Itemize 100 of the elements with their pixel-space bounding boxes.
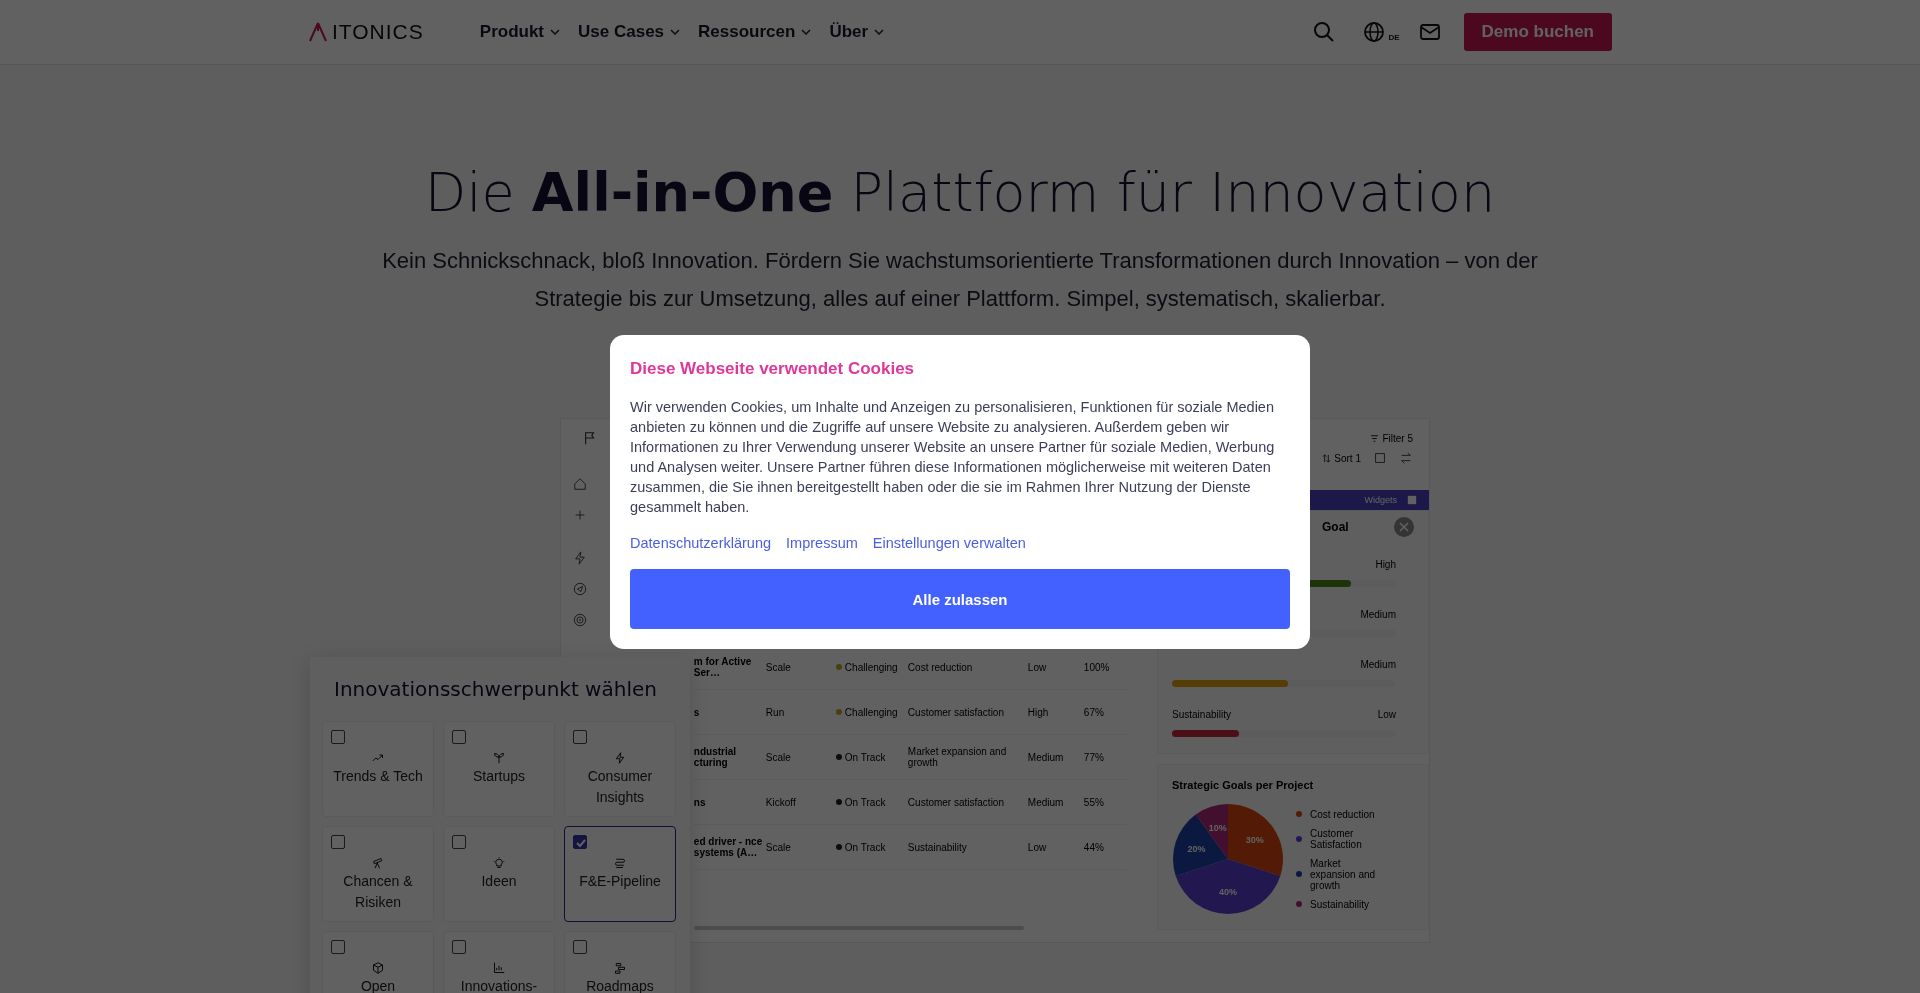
chevron-down-icon[interactable] [874, 29, 885, 35]
globe-icon[interactable] [1362, 20, 1387, 44]
legend-dot [1296, 811, 1303, 817]
nav-menu-item[interactable]: Use Cases [578, 22, 681, 42]
dialog-text: Wir verwenden Cookies, um Inhalte und Anzeigen zu personalisieren, Funktionen für soziale Medien anbieten zu können und die Zugriffe auf unsere Website zu analysieren. Außerdem geben wir Informationen zu Ihrer Verwendung unserer Website an unsere Partner für soziale Medien, Werbung und Analysen weiter. Unsere Partner führen diese Informationen möglicherweise mit weiteren Daten zusammen, die Sie ihnen bereitgestellt haben oder die sie im Rahmen Ihrer Nutzung der Dienste gesammelt haben. [630, 398, 1276, 517]
phase-cell-text: Run [765, 706, 786, 718]
focus-option-tile[interactable]: Startups [443, 721, 555, 817]
progress-cell-text: 44% [1083, 841, 1105, 853]
goal-rating: High [1375, 559, 1396, 570]
widgets-label[interactable]: Widgets [1364, 495, 1397, 505]
legend-label: Customer Satisfaction [1310, 827, 1363, 850]
goal-rating: Medium [1360, 659, 1396, 670]
checkbox[interactable] [452, 730, 466, 744]
priority-cell-text: Low [1027, 841, 1048, 853]
checkbox[interactable] [331, 835, 345, 849]
pipeline-icon [614, 857, 626, 869]
status-cell: On Track [844, 751, 886, 763]
logo-wordmark[interactable]: ITONICS [332, 20, 424, 44]
status-cell: On Track [844, 841, 886, 853]
legend-dot [1296, 871, 1303, 877]
triangle-logo-icon[interactable] [308, 21, 328, 43]
priority-cell-text: Medium [1027, 751, 1065, 763]
chevron-down-icon[interactable] [670, 29, 681, 35]
goal-rating: Medium [1360, 609, 1396, 620]
phase-cell-text: Scale [765, 751, 792, 763]
widget-title: Goal [1322, 520, 1349, 534]
focus-option-tile[interactable]: Chancen & Risiken [322, 826, 434, 922]
checkbox[interactable] [452, 940, 466, 954]
option-label: Innovations- [459, 977, 539, 993]
lightbulb-icon [493, 857, 505, 869]
panel-title: Innovationsschwerpunkt wählen [334, 677, 658, 701]
progress-cell-text: 67% [1083, 706, 1105, 718]
sort-button[interactable]: Sort 1 [1322, 452, 1361, 464]
status-cell: Challenging [844, 706, 898, 718]
demo-button[interactable]: Demo buchen [1463, 13, 1612, 51]
dialog-link[interactable]: Impressum [786, 535, 858, 551]
checkbox[interactable] [573, 730, 587, 744]
chevron-down-icon[interactable] [801, 29, 812, 35]
goal-cell-text: Customer satisfaction [907, 706, 1005, 718]
status-cell: On Track [844, 796, 886, 808]
trend-arrow-icon [372, 752, 384, 764]
goal-cell-text: Customer satisfaction [907, 796, 1005, 808]
flag-icon[interactable] [583, 431, 597, 445]
checkbox[interactable] [331, 940, 345, 954]
goal-cell-text: Market expansion and growth [907, 746, 1008, 768]
dialog-link[interactable]: Einstellungen verwalten [872, 535, 1026, 551]
option-label: Open [359, 977, 397, 993]
sort-icon [1322, 453, 1332, 463]
legend-label: Market expansion and growth [1310, 857, 1377, 891]
filter-button[interactable]: Filter 5 [1370, 432, 1413, 444]
project-name-cell-text: s [693, 706, 701, 718]
progress-cell-text: 100% [1083, 661, 1111, 673]
checkbox[interactable] [573, 940, 587, 954]
checkbox[interactable] [452, 835, 466, 849]
focus-option-tile[interactable]: F&E-Pipeline [564, 826, 676, 922]
swap-icon[interactable] [1399, 451, 1413, 465]
dialog-link[interactable]: Datenschutzerklärung [630, 535, 772, 551]
goal-cell-text: Cost reduction [907, 661, 974, 673]
option-label: Roadmaps [585, 977, 655, 993]
dialog-title: Diese Webseite verwendet Cookies [630, 359, 916, 379]
columns-icon[interactable] [1373, 451, 1387, 465]
roadmap-icon [614, 962, 626, 974]
option-label: Startups [471, 767, 527, 786]
lightning-icon[interactable] [573, 551, 588, 565]
language-code[interactable]: DE [1388, 33, 1400, 42]
accept-all-button[interactable]: Alle zulassen [630, 569, 1290, 629]
option-label: Trends & Tech [332, 767, 424, 786]
checkbox[interactable] [331, 730, 345, 744]
home-icon[interactable] [573, 477, 588, 491]
bar-chart-icon [493, 962, 505, 974]
checkbox[interactable] [573, 835, 587, 849]
project-name-cell-text: m for Active Ser… [693, 656, 753, 678]
nav-menu-item[interactable]: Über [829, 22, 885, 42]
goal-rating: Low [1377, 709, 1396, 720]
focus-option-tile[interactable]: Innovations- [443, 931, 555, 993]
project-name-cell-text: ndustrial cturing [693, 746, 738, 768]
legend-label: Cost reduction [1310, 808, 1376, 820]
nav-menu-item[interactable]: Produkt [479, 22, 561, 42]
goal-cell-text: Sustainability [907, 841, 968, 853]
cube-icon [372, 962, 384, 974]
send-icon[interactable] [573, 582, 588, 596]
chart-title: Strategic Goals per Project [1172, 779, 1315, 791]
focus-option-tile[interactable]: Ideen [443, 826, 555, 922]
legend-dot [1296, 901, 1303, 907]
close-icon[interactable] [1394, 517, 1414, 537]
target-icon[interactable] [573, 613, 588, 627]
option-label: Chancen & Risiken [342, 872, 414, 912]
focus-option-tile[interactable]: Roadmaps [564, 931, 676, 993]
window-icon[interactable] [1407, 495, 1417, 505]
chevron-down-icon[interactable] [550, 29, 561, 35]
hero-title: Die All-in-One Plattform für Innovation [423, 161, 1497, 224]
focus-option-tile[interactable]: Trends & Tech [322, 721, 434, 817]
legend-label: Sustainability [1310, 898, 1370, 910]
phase-cell-text: Scale [765, 661, 792, 673]
slice-value-label: 30% [1245, 834, 1264, 845]
slice-value-label: 40% [1219, 887, 1238, 897]
focus-option-tile[interactable]: Consumer Insights [564, 721, 676, 817]
nav-menu-item[interactable]: Ressourcen [698, 22, 812, 42]
focus-option-tile[interactable]: Open [322, 931, 434, 993]
filter-icon [1370, 433, 1380, 443]
